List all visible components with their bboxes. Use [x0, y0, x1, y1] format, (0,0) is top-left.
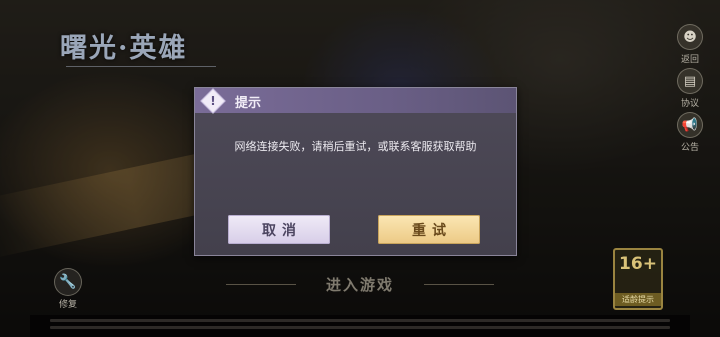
dialog-title: 提示	[235, 96, 262, 111]
character-icon: ☻	[677, 24, 703, 50]
dialog-header: ! 提示	[195, 88, 516, 114]
legal-footer	[30, 315, 690, 337]
age-rating-value: 16+	[619, 254, 657, 274]
document-icon: ▤	[677, 68, 703, 94]
side-button-label: 公告	[680, 143, 699, 153]
age-rating-badge[interactable]: 16+ 适龄提示	[613, 248, 663, 310]
logo-underline	[66, 66, 216, 75]
side-button-announcement[interactable]: 📢 公告	[674, 112, 706, 153]
enter-decoration-left	[226, 284, 296, 285]
alert-icon: !	[200, 88, 226, 114]
footer-text-line	[50, 326, 670, 329]
repair-button[interactable]: 🔧 修复	[52, 268, 84, 310]
age-rating-label: 适龄提示	[615, 293, 661, 306]
megaphone-icon: 📢	[677, 112, 703, 138]
network-error-dialog: ! 提示 网络连接失败，请稍后重试，或联系客服获取帮助 取消 重试	[194, 87, 517, 256]
footer-text-line	[50, 319, 670, 322]
side-button-agreement[interactable]: ▤ 协议	[674, 68, 706, 109]
side-button-label: 返回	[680, 55, 699, 65]
enter-game-button[interactable]: 进入游戏	[300, 274, 420, 296]
side-button-label: 协议	[680, 99, 699, 109]
retry-button[interactable]: 重试	[378, 215, 480, 244]
cancel-button[interactable]: 取消	[228, 215, 330, 244]
repair-label: 修复	[58, 300, 77, 310]
side-button-return[interactable]: ☻ 返回	[674, 24, 706, 65]
enter-decoration-right	[424, 284, 494, 285]
dialog-message: 网络连接失败，请稍后重试，或联系客服获取帮助	[234, 140, 477, 153]
wrench-icon: 🔧	[54, 268, 82, 296]
